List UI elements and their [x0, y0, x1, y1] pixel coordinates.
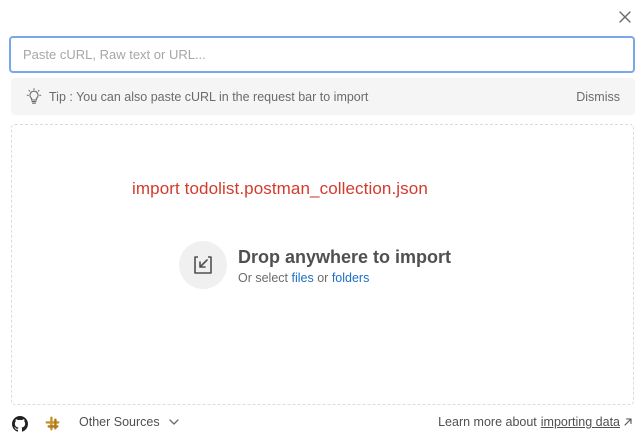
other-sources-dropdown[interactable]: Other Sources: [79, 415, 179, 429]
tip-bar: Tip : You can also paste cURL in the req…: [11, 78, 635, 115]
import-icon: [179, 241, 227, 289]
slack-icon[interactable]: [45, 416, 60, 431]
drop-zone[interactable]: import todolist.postman_collection.json …: [11, 124, 634, 405]
github-icon[interactable]: [12, 416, 28, 432]
files-link[interactable]: files: [292, 271, 314, 285]
close-icon: [619, 11, 631, 23]
annotation-text: import todolist.postman_collection.json: [132, 179, 428, 198]
other-sources-label: Other Sources: [79, 415, 160, 429]
drop-title: Drop anywhere to import: [238, 246, 452, 267]
lightbulb-icon: [25, 87, 43, 106]
dismiss-button[interactable]: Dismiss: [576, 90, 620, 104]
subtitle-prefix: Or select: [238, 270, 289, 285]
drop-center: Drop anywhere to import Or select files …: [179, 241, 451, 289]
chevron-down-icon: [168, 419, 179, 425]
tip-text: Tip : You can also paste cURL in the req…: [49, 89, 369, 104]
drop-subtitle: Or select files or folders: [238, 271, 451, 285]
paste-input[interactable]: [9, 36, 635, 73]
close-button[interactable]: [616, 8, 634, 26]
learn-more-prefix: Learn more about: [438, 415, 537, 429]
folders-link[interactable]: folders: [332, 271, 370, 285]
subtitle-or: or: [317, 270, 329, 285]
learn-more: Learn more about importing data: [438, 415, 632, 429]
footer: Other Sources Learn more about importing…: [0, 410, 644, 438]
importing-data-link[interactable]: importing data: [541, 415, 620, 429]
external-link-icon: [624, 418, 632, 426]
